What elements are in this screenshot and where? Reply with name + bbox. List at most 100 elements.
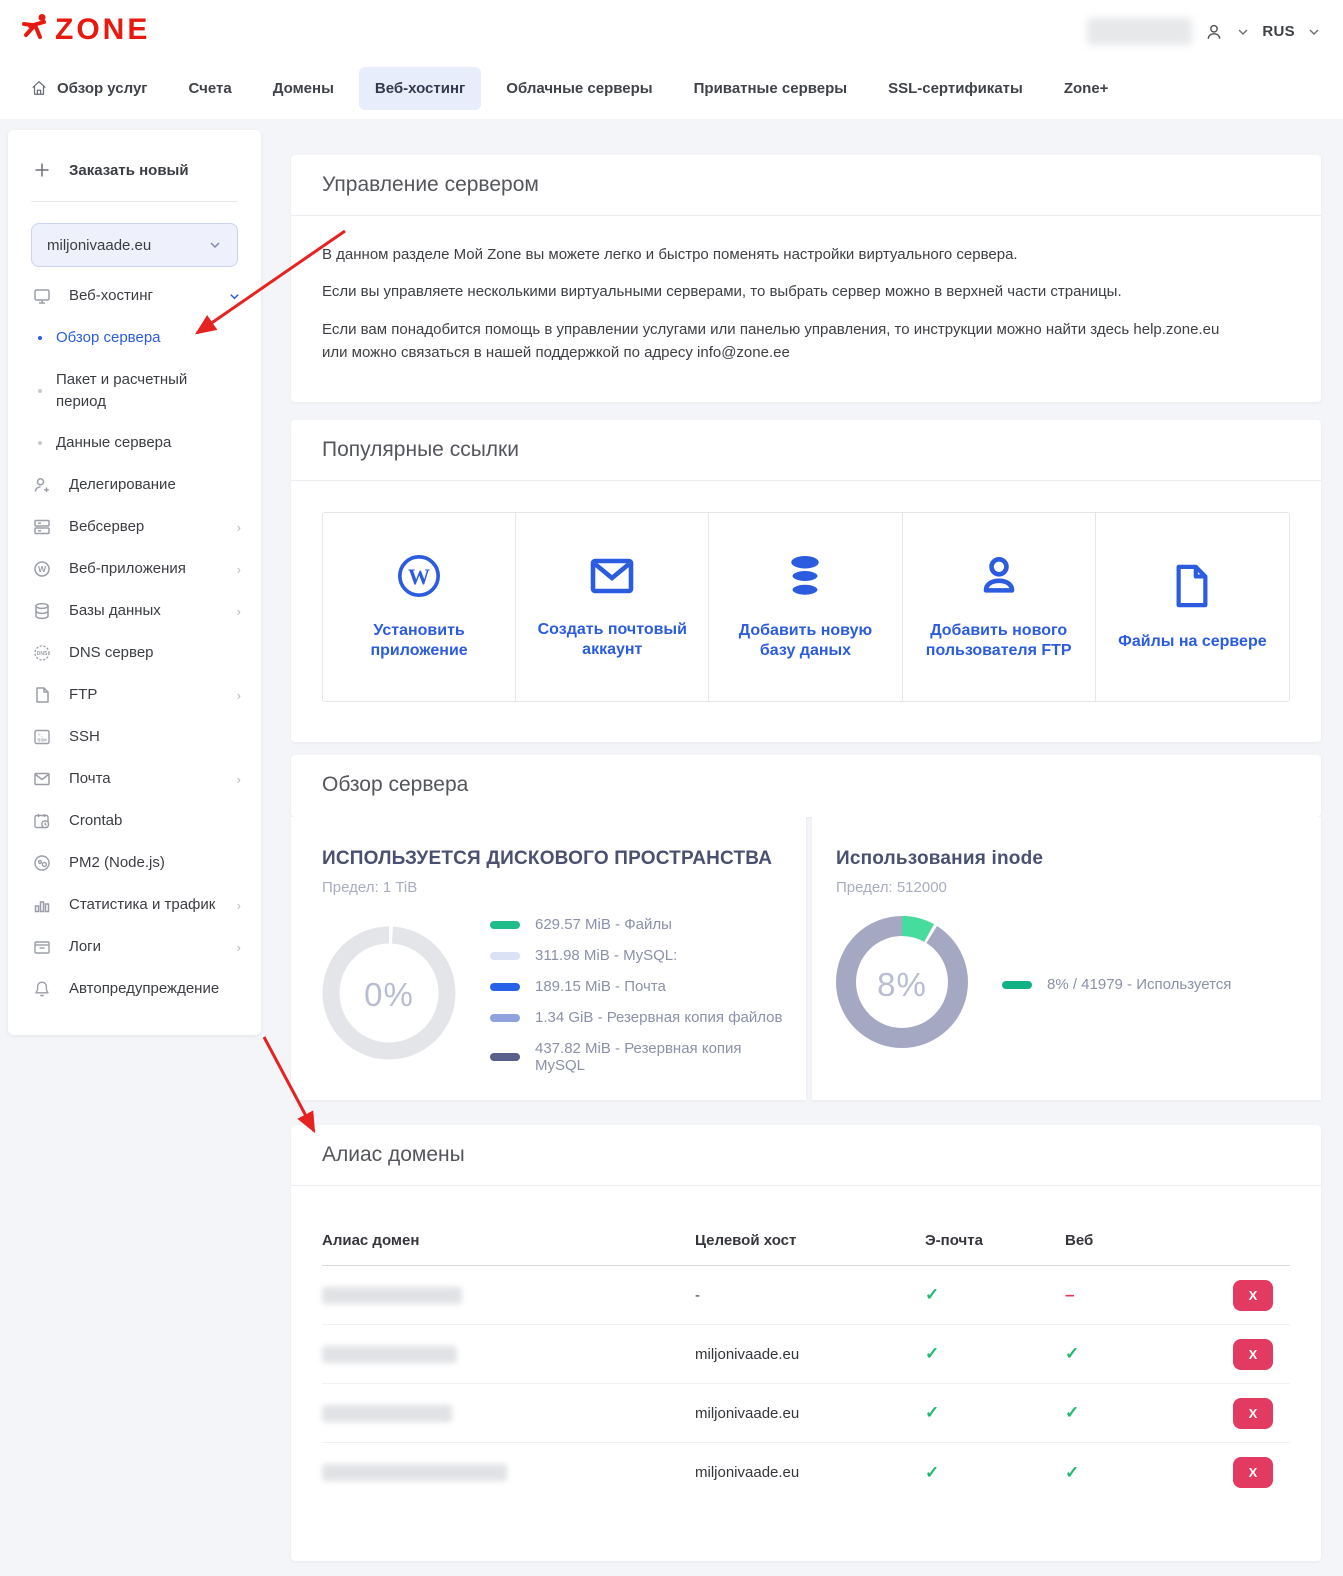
web-disabled-dash-icon: –: [1065, 1285, 1228, 1305]
sidebar-item-pm2[interactable]: PM2 (Node.js): [8, 842, 261, 884]
zone-logo-text: zone: [55, 13, 150, 47]
tile-label: Добавить нового пользователя FTP: [917, 621, 1081, 661]
tab-services-overview[interactable]: Обзор услуг: [14, 66, 164, 110]
order-new-button[interactable]: Заказать новый: [8, 130, 261, 201]
card-title: Обзор сервера: [291, 755, 1321, 815]
bell-icon: [32, 979, 52, 999]
tab-webhosting[interactable]: Веб-хостинг: [359, 67, 481, 110]
sidebar-divider: [31, 201, 238, 202]
bar-chart-icon: [32, 895, 52, 915]
alias-table-row: miljonivaade.eu ✓ ✓ X: [322, 1384, 1290, 1443]
tab-label: Облачные серверы: [506, 80, 652, 97]
card-body: В данном разделе Мой Zone вы можете легк…: [291, 216, 1321, 364]
disk-usage-percent: 0%: [322, 926, 456, 1065]
sidebar-item-ftp[interactable]: FTP ›: [8, 674, 261, 716]
target-host: -: [695, 1287, 925, 1304]
column-header-email: Э-почта: [925, 1232, 1065, 1249]
tab-invoices[interactable]: Счета: [173, 67, 248, 110]
wordpress-icon: W: [32, 559, 52, 579]
sidebar-item-ssh[interactable]: >_ SSH SSH: [8, 716, 261, 758]
user-plus-icon: [32, 475, 52, 495]
sidebar-subitem-server-data[interactable]: Данные сервера: [8, 422, 261, 464]
delete-alias-button[interactable]: X: [1233, 1398, 1273, 1429]
legend-swatch-files: [490, 921, 520, 929]
sidebar-item-label: Crontab: [69, 811, 241, 831]
svg-text:W: W: [408, 564, 430, 589]
sidebar-item-label: Логи: [69, 937, 220, 957]
calendar-clock-icon: [32, 811, 52, 831]
alias-table-header: Алиас домен Целевой хост Э-почта Веб: [322, 1232, 1290, 1266]
tab-private-servers[interactable]: Приватные серверы: [678, 67, 863, 110]
popular-links-grid: W Установить приложение Создать почтовый…: [322, 512, 1290, 702]
sidebar-item-auto-warning[interactable]: Автопредупреждение: [8, 968, 261, 1010]
legend-swatch-file-backup: [490, 1014, 520, 1022]
inode-usage-legend: 8% / 41979 - Используется: [1002, 976, 1231, 993]
email-enabled-check-icon: ✓: [925, 1403, 1065, 1423]
ftp-user-icon: [976, 553, 1022, 599]
card-popular-links: Популярные ссылки W Установить приложени…: [291, 420, 1321, 742]
zone-logo[interactable]: zone: [20, 13, 150, 47]
database-icon: [783, 553, 827, 599]
target-host: miljonivaade.eu: [695, 1405, 925, 1422]
sidebar-item-statistics[interactable]: Статистика и трафик ›: [8, 884, 261, 926]
legend-swatch-mysql: [490, 952, 520, 960]
delete-alias-button[interactable]: X: [1233, 1339, 1273, 1370]
language-chevron-icon[interactable]: [1307, 25, 1321, 39]
server-icon: [32, 517, 52, 537]
tile-create-mail-account[interactable]: Создать почтовый аккаунт: [516, 513, 709, 701]
domain-select-value: miljonivaade.eu: [47, 237, 151, 254]
inode-usage-title: Использования inode: [836, 848, 1301, 870]
sidebar-item-crontab[interactable]: Crontab: [8, 800, 261, 842]
sidebar-item-webserver[interactable]: Вебсервер ›: [8, 506, 261, 548]
sidebar-item-mail[interactable]: Почта ›: [8, 758, 261, 800]
web-enabled-check-icon: ✓: [1065, 1463, 1228, 1483]
legend-label: 1.34 GiB - Резервная копия файлов: [535, 1009, 783, 1026]
tile-add-ftp-user[interactable]: Добавить нового пользователя FTP: [903, 513, 1096, 701]
user-menu-chevron-icon[interactable]: [1236, 25, 1250, 39]
alias-domain-blurred: [322, 1405, 452, 1422]
sidebar: Заказать новый miljonivaade.eu Веб-хости…: [8, 130, 261, 1035]
tile-server-files[interactable]: Файлы на сервере: [1096, 513, 1289, 701]
delete-alias-button[interactable]: X: [1233, 1280, 1273, 1311]
tile-add-database[interactable]: Добавить новую базу даных: [709, 513, 902, 701]
disk-usage-limit: Предел: 1 TiB: [322, 879, 786, 896]
tab-domains[interactable]: Домены: [257, 67, 350, 110]
email-enabled-check-icon: ✓: [925, 1463, 1065, 1483]
legend-label: 437.82 MiB - Резервная копия MySQL: [535, 1040, 786, 1074]
tab-label: Домены: [273, 80, 334, 97]
alias-table: Алиас домен Целевой хост Э-почта Веб - ✓…: [322, 1232, 1290, 1502]
chevron-right-icon: ›: [237, 604, 241, 619]
tab-cloud-servers[interactable]: Облачные серверы: [490, 67, 668, 110]
delete-alias-button[interactable]: X: [1233, 1457, 1273, 1488]
envelope-icon: [588, 554, 636, 598]
column-header-host: Целевой хост: [695, 1232, 925, 1249]
page-content: Заказать новый miljonivaade.eu Веб-хости…: [0, 119, 1343, 1576]
main-navigation: Обзор услуг Счета Домены Веб-хостинг Обл…: [14, 66, 1133, 110]
legend-swatch-inode-used: [1002, 981, 1032, 989]
sidebar-item-web-apps[interactable]: W Веб-приложения ›: [8, 548, 261, 590]
tile-install-app[interactable]: W Установить приложение: [323, 513, 516, 701]
tab-ssl-certificates[interactable]: SSL-сертификаты: [872, 67, 1039, 110]
column-header-web: Веб: [1065, 1232, 1228, 1249]
disk-usage-panel: ИСПОЛЬЗУЕТСЯ ДИСКОВОГО ПРОСТРАНСТВА Пред…: [291, 817, 806, 1100]
sidebar-subitem-server-overview[interactable]: Обзор сервера: [8, 317, 261, 359]
sidebar-item-webhosting[interactable]: Веб-хостинг: [8, 275, 261, 317]
disk-usage-legend: 629.57 MiB - Файлы 311.98 MiB - MySQL: 1…: [490, 916, 786, 1074]
target-host: miljonivaade.eu: [695, 1464, 925, 1481]
sidebar-item-logs[interactable]: Логи ›: [8, 926, 261, 968]
legend-label: 311.98 MiB - MySQL:: [535, 947, 677, 964]
sidebar-item-label: SSH: [69, 727, 241, 747]
sidebar-item-databases[interactable]: Базы данных ›: [8, 590, 261, 632]
tab-zone-plus[interactable]: Zone+: [1048, 67, 1125, 110]
sidebar-item-label: Веб-хостинг: [69, 286, 211, 306]
userbar: RUS: [1087, 18, 1321, 45]
sidebar-item-delegation[interactable]: Делегирование: [8, 464, 261, 506]
language-selector[interactable]: RUS: [1262, 23, 1295, 40]
legend-item: 8% / 41979 - Используется: [1002, 976, 1231, 993]
user-account-icon[interactable]: [1204, 22, 1224, 42]
sidebar-item-dns-server[interactable]: DNS DNS сервер: [8, 632, 261, 674]
tab-label: Веб-хостинг: [375, 80, 465, 97]
sidebar-subitem-package-billing[interactable]: Пакет и расчетный период: [8, 359, 261, 423]
archive-box-icon: [32, 937, 52, 957]
domain-select[interactable]: miljonivaade.eu: [31, 223, 238, 267]
